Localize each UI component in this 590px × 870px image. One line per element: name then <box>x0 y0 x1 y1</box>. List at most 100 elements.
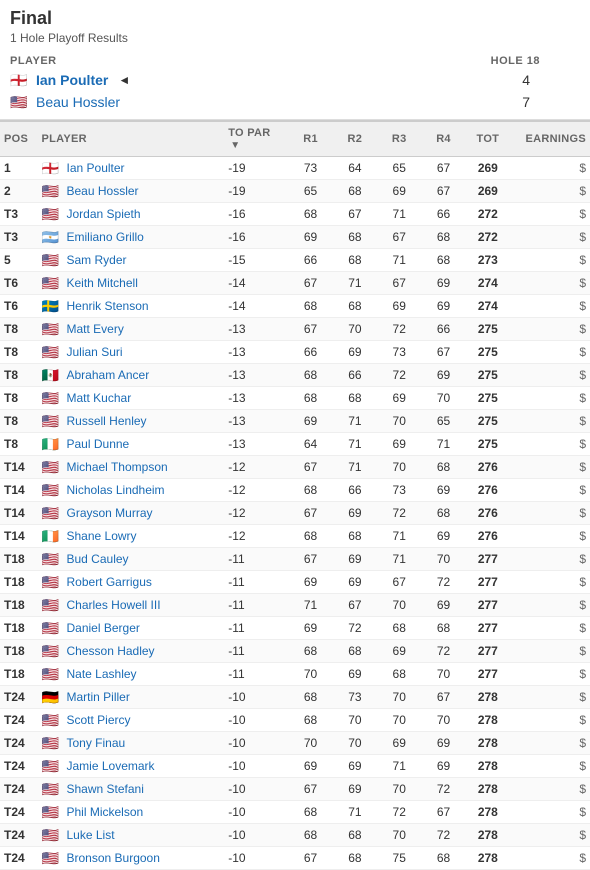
cell-pos: T8 <box>0 410 38 433</box>
cell-r4: 70 <box>421 709 465 732</box>
player-name-link[interactable]: Keith Mitchell <box>67 276 138 290</box>
page-header: Final 1 Hole Playoff Results PLAYER HOLE… <box>0 0 590 120</box>
player-name-link[interactable]: Bronson Burgoon <box>67 851 160 865</box>
playoff-section: PLAYER HOLE 18 🏴󠁧󠁢󠁥󠁮󠁧󠁿 Ian Poulter ◄ 4 🇺… <box>0 49 590 120</box>
cell-r1: 69 <box>288 755 332 778</box>
cell-player: 🇺🇸 Nicholas Lindheim <box>38 479 225 502</box>
player-flag: 🇲🇽 <box>42 368 62 382</box>
cell-r2: 68 <box>333 847 377 870</box>
leaderboard-table: POS PLAYER TO PAR ▼ R1 R2 R3 R4 TOT EARN… <box>0 120 590 870</box>
cell-topar: -10 <box>224 824 288 847</box>
player-name-link[interactable]: Tony Finau <box>67 736 126 750</box>
player-name-link[interactable]: Robert Garrigus <box>67 575 152 589</box>
player-name-link[interactable]: Matt Every <box>67 322 124 336</box>
dollar-sign-icon: $ <box>579 736 586 750</box>
cell-r1: 68 <box>288 801 332 824</box>
player-name-link[interactable]: Daniel Berger <box>67 621 140 635</box>
sort-arrow-icon: ▼ <box>230 140 240 151</box>
cell-topar: -14 <box>224 272 288 295</box>
player-name-link[interactable]: Nate Lashley <box>67 667 137 681</box>
winner-arrow-icon: ◄ <box>118 73 130 87</box>
table-row: 2 🇺🇸 Beau Hossler -19 65 68 69 67 269 $ <box>0 180 590 203</box>
cell-r4: 70 <box>421 387 465 410</box>
player-name-link[interactable]: Luke List <box>67 828 115 842</box>
dollar-sign-icon: $ <box>579 506 586 520</box>
player-flag: 🇩🇪 <box>42 690 62 704</box>
cell-player: 🇺🇸 Charles Howell III <box>38 594 225 617</box>
player-name-link[interactable]: Charles Howell III <box>67 598 161 612</box>
cell-r1: 68 <box>288 525 332 548</box>
player-flag: 🇺🇸 <box>42 184 62 198</box>
player-name-link[interactable]: Ian Poulter <box>67 161 125 175</box>
cell-earnings: $ <box>510 203 590 226</box>
player-name-link[interactable]: Phil Mickelson <box>67 805 144 819</box>
cell-player: 🇺🇸 Matt Kuchar <box>38 387 225 410</box>
player-name-link[interactable]: Shawn Stefani <box>67 782 144 796</box>
col-header-r3: R3 <box>377 121 421 157</box>
cell-player: 🇲🇽 Abraham Ancer <box>38 364 225 387</box>
cell-player: 🇺🇸 Russell Henley <box>38 410 225 433</box>
cell-r2: 69 <box>333 663 377 686</box>
player-name-link[interactable]: Michael Thompson <box>67 460 168 474</box>
cell-tot: 277 <box>466 663 510 686</box>
player-name-link[interactable]: Matt Kuchar <box>67 391 132 405</box>
col-header-player: PLAYER <box>38 121 225 157</box>
dollar-sign-icon: $ <box>579 322 586 336</box>
player-name-link[interactable]: Scott Piercy <box>67 713 131 727</box>
player-name-link[interactable]: Beau Hossler <box>67 184 139 198</box>
cell-tot: 278 <box>466 847 510 870</box>
player-flag: 🇺🇸 <box>42 759 62 773</box>
cell-earnings: $ <box>510 364 590 387</box>
player-name-link[interactable]: Emiliano Grillo <box>67 230 144 244</box>
cell-earnings: $ <box>510 663 590 686</box>
cell-r4: 68 <box>421 847 465 870</box>
player-name-link[interactable]: Jordan Spieth <box>67 207 141 221</box>
player-name-link[interactable]: Sam Ryder <box>67 253 127 267</box>
cell-r2: 69 <box>333 755 377 778</box>
playoff-runner-label[interactable]: Beau Hossler <box>36 94 120 110</box>
cell-r1: 67 <box>288 847 332 870</box>
cell-tot: 278 <box>466 778 510 801</box>
cell-r1: 73 <box>288 157 332 180</box>
table-row: T8 🇺🇸 Matt Every -13 67 70 72 66 275 $ <box>0 318 590 341</box>
dollar-sign-icon: $ <box>579 575 586 589</box>
player-name-link[interactable]: Russell Henley <box>67 414 147 428</box>
cell-r4: 67 <box>421 157 465 180</box>
player-name-link[interactable]: Nicholas Lindheim <box>67 483 165 497</box>
cell-earnings: $ <box>510 249 590 272</box>
player-name-link[interactable]: Julian Suri <box>67 345 123 359</box>
cell-tot: 275 <box>466 410 510 433</box>
table-row: T24 🇺🇸 Scott Piercy -10 68 70 70 70 278 … <box>0 709 590 732</box>
player-cell: 🇺🇸 Matt Every <box>42 322 221 336</box>
cell-topar: -10 <box>224 709 288 732</box>
cell-r1: 68 <box>288 686 332 709</box>
cell-topar: -12 <box>224 525 288 548</box>
player-name-link[interactable]: Paul Dunne <box>67 437 130 451</box>
cell-r2: 71 <box>333 272 377 295</box>
player-name-link[interactable]: Henrik Stenson <box>67 299 149 313</box>
cell-topar: -15 <box>224 249 288 272</box>
playoff-winner-label[interactable]: Ian Poulter <box>36 72 108 88</box>
player-name-link[interactable]: Bud Cauley <box>67 552 129 566</box>
cell-r3: 70 <box>377 456 421 479</box>
cell-r4: 69 <box>421 525 465 548</box>
cell-pos: T18 <box>0 640 38 663</box>
player-name-link[interactable]: Chesson Hadley <box>67 644 155 658</box>
cell-r1: 70 <box>288 732 332 755</box>
player-cell: 🇺🇸 Jamie Lovemark <box>42 759 221 773</box>
player-cell: 🇺🇸 Tony Finau <box>42 736 221 750</box>
cell-r3: 71 <box>377 249 421 272</box>
col-header-pos: POS <box>0 121 38 157</box>
player-cell: 🇺🇸 Nicholas Lindheim <box>42 483 221 497</box>
player-name-link[interactable]: Martin Piller <box>67 690 130 704</box>
dollar-sign-icon: $ <box>579 552 586 566</box>
dollar-sign-icon: $ <box>579 184 586 198</box>
table-row: T24 🇺🇸 Jamie Lovemark -10 69 69 71 69 27… <box>0 755 590 778</box>
player-name-link[interactable]: Shane Lowry <box>67 529 137 543</box>
player-name-link[interactable]: Jamie Lovemark <box>67 759 155 773</box>
player-name-link[interactable]: Grayson Murray <box>67 506 153 520</box>
cell-tot: 275 <box>466 433 510 456</box>
cell-player: 🇺🇸 Beau Hossler <box>38 180 225 203</box>
player-name-link[interactable]: Abraham Ancer <box>67 368 150 382</box>
cell-r2: 69 <box>333 778 377 801</box>
